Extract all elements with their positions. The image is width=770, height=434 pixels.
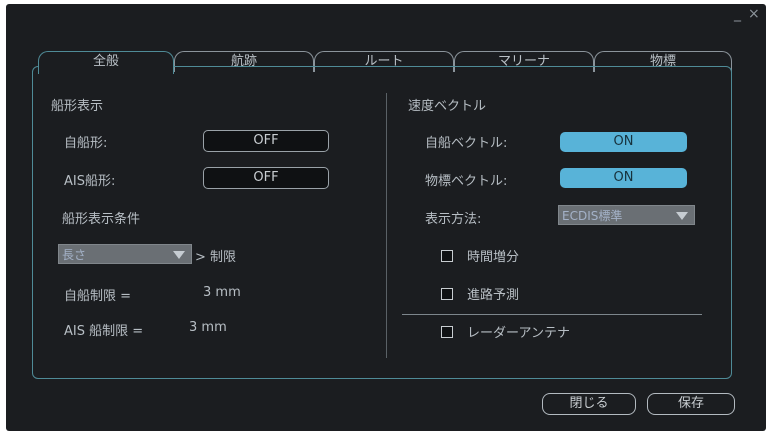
close-button[interactable]: 閉じる [542,393,636,415]
time-increment-checkbox[interactable] [441,250,453,262]
radar-antenna-label: レーダーアンテナ [467,326,570,341]
ais-ship-limit-label: AIS 船制限 = [64,324,144,339]
course-prediction-checkbox[interactable] [441,288,453,300]
chevron-down-icon [173,251,185,259]
time-increment-label: 時間増分 [467,250,520,265]
target-vector-toggle[interactable]: ON [560,168,687,188]
column-divider [386,93,387,358]
own-ship-limit-label: 自船制限 = [64,289,132,304]
speed-vector-section-title: 速度ベクトル [408,99,487,114]
display-method-label: 表示方法: [425,212,482,227]
ais-ship-shape-toggle[interactable]: OFF [203,167,329,189]
own-ship-shape-label: 自船形: [64,136,108,151]
ship-shape-section-title: 船形表示 [51,99,104,114]
section-divider [402,314,702,315]
condition-select[interactable]: 長さ [58,244,192,264]
limit-label: > 制限 [195,250,237,265]
minimize-button[interactable]: _ [734,6,741,22]
display-method-value: ECDIS標準 [562,209,623,223]
own-ship-limit-value: 3 mm [203,285,241,300]
condition-select-value: 長さ [62,248,87,262]
ais-ship-limit-value: 3 mm [189,320,227,335]
tab-general[interactable]: 全般 [38,51,174,74]
own-ship-vector-toggle[interactable]: ON [560,132,687,152]
radar-antenna-checkbox[interactable] [441,326,453,338]
own-ship-shape-toggle[interactable]: OFF [203,130,329,152]
chevron-down-icon [676,212,688,220]
ais-ship-shape-label: AIS船形: [64,174,116,189]
course-prediction-label: 進路予測 [467,288,520,303]
display-method-select[interactable]: ECDIS標準 [558,205,695,225]
target-vector-label: 物標ベクトル: [425,174,508,189]
ship-shape-condition-title: 船形表示条件 [62,212,141,227]
own-ship-vector-label: 自船ベクトル: [425,136,508,151]
save-button[interactable]: 保存 [647,393,735,415]
close-window-button[interactable]: × [748,6,760,22]
